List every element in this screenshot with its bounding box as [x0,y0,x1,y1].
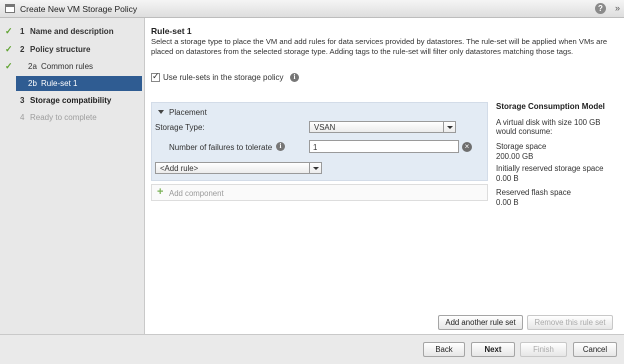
storage-type-label: Storage Type: [155,123,205,132]
placement-label: Placement [169,108,207,117]
check-icon: ✓ [5,26,13,36]
consumption-intro: A virtual disk with size 100 GB [496,118,601,127]
step-label: Policy structure [30,45,91,54]
step-label: Common rules [41,62,94,71]
flash-space-label: Reserved flash space [496,188,571,197]
ftt-value: 1 [313,143,318,152]
step-number: 2a [28,62,37,71]
step-label: Storage compatibility [30,96,112,105]
step-label: Name and description [30,27,114,36]
placement-panel: Placement Storage Type: VSAN Number of f… [151,102,488,181]
expand-icon[interactable]: » [615,3,620,14]
consumption-intro: would consume: [496,127,553,136]
next-button[interactable]: Next [471,342,515,357]
ftt-input[interactable]: 1 [309,140,459,153]
plus-icon: + [157,186,164,198]
clear-icon[interactable]: × [462,142,472,152]
title-bar: Create New VM Storage Policy ? » [0,0,624,18]
info-icon[interactable]: i [276,142,285,151]
step-label: Ready to complete [30,113,97,122]
reserved-space-value: 0.00 B [496,174,519,183]
step-number: 3 [20,96,25,105]
storage-type-value: VSAN [314,123,336,132]
flash-space-value: 0.00 B [496,198,519,207]
step-ready-to-complete: 4 Ready to complete [0,110,145,125]
wizard-steps-sidebar: ✓ 1 Name and description ✓ 2 Policy stru… [0,18,145,334]
finish-button: Finish [520,342,567,357]
info-icon[interactable]: i [290,73,299,82]
page-description: Select a storage type to place the VM an… [151,37,608,56]
use-rulesets-label: Use rule-sets in the storage policy [163,73,284,82]
wizard-footer: Back Next Finish Cancel [0,334,624,364]
step-number: 2 [20,45,25,54]
step-storage-compatibility[interactable]: 3 Storage compatibility [0,93,145,108]
step-label: Rule-set 1 [41,79,78,88]
collapse-triangle-icon[interactable] [158,110,164,114]
storage-space-label: Storage space [496,142,547,151]
window-title: Create New VM Storage Policy [20,4,138,14]
page-title: Rule-set 1 [151,26,192,36]
add-rule-value: <Add rule> [160,164,199,173]
step-number: 4 [20,113,25,122]
use-rulesets-checkbox[interactable] [151,71,160,82]
step-policy-structure[interactable]: ✓ 2 Policy structure [0,42,145,57]
ftt-label: Number of failures to tolerate [169,143,273,152]
help-icon[interactable]: ? [595,3,606,14]
reserved-space-label: Initially reserved storage space [496,164,604,173]
add-component-label: Add component [169,189,224,198]
window-icon [5,4,15,13]
dropdown-arrow-icon[interactable] [309,163,321,173]
consumption-title: Storage Consumption Model [496,102,605,111]
add-another-rule-set-button[interactable]: Add another rule set [438,315,523,330]
step-number: 1 [20,27,25,36]
dropdown-arrow-icon[interactable] [443,122,455,132]
step-common-rules[interactable]: ✓ 2a Common rules [0,59,145,74]
cancel-button[interactable]: Cancel [573,342,617,357]
check-icon: ✓ [5,44,13,54]
storage-space-value: 200.00 GB [496,152,534,161]
storage-type-select[interactable]: VSAN [309,121,456,133]
main-panel: Rule-set 1 Select a storage type to plac… [146,18,624,334]
remove-rule-set-button: Remove this rule set [527,315,613,330]
back-button[interactable]: Back [423,342,465,357]
add-rule-select[interactable]: <Add rule> [155,162,322,174]
check-icon: ✓ [5,61,13,71]
add-component-button[interactable]: + Add component [151,184,488,201]
step-name-and-description[interactable]: ✓ 1 Name and description [0,24,145,39]
step-number: 2b [28,79,37,88]
step-rule-set-1[interactable]: 2b Rule-set 1 [16,76,142,91]
